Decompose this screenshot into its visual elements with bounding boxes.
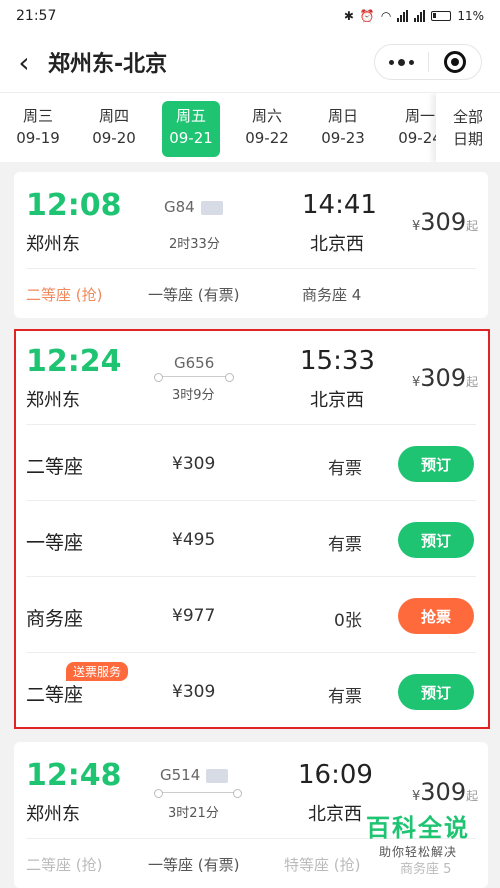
book-button[interactable]: 预订: [398, 446, 474, 482]
seat-summary: 一等座 (有票): [148, 856, 240, 874]
chevron-left-icon: ‹: [18, 45, 30, 79]
arrival-time: 14:41: [302, 190, 377, 220]
arrival-station: 北京西: [310, 234, 364, 255]
divider: [26, 652, 476, 653]
date-tab-0920[interactable]: 周四 09-20: [85, 101, 143, 157]
date-tab-0922[interactable]: 周六 09-22: [238, 101, 296, 157]
travel-duration: 3时9分: [172, 388, 215, 403]
train-number: G84: [164, 198, 223, 216]
page-title: 郑州东-北京: [48, 52, 168, 77]
all-dates-line1: 全部: [452, 108, 483, 126]
seat-summary: 特等座 (抢): [284, 856, 361, 874]
grab-ticket-button[interactable]: 抢票: [398, 598, 474, 634]
arrival-time: 16:09: [298, 760, 373, 790]
date-tab-0921[interactable]: 周五 09-21: [162, 101, 220, 157]
id-card-icon: [206, 768, 229, 783]
date-day: 09-19: [16, 129, 60, 147]
seat-summary: 一等座 (有票): [148, 286, 240, 304]
wifi-icon: ◠: [380, 9, 392, 23]
seat-price: ¥309: [172, 454, 216, 474]
target-icon: [443, 51, 466, 73]
price-from: ¥309起: [412, 778, 479, 806]
seat-availability: 0张: [334, 611, 362, 631]
battery-icon: [431, 11, 452, 21]
date-weekday: 周三: [22, 107, 53, 125]
divider: [26, 576, 476, 577]
route-line: [154, 789, 242, 798]
seat-summary: 商务座 4: [302, 286, 362, 304]
seat-price: ¥977: [172, 606, 216, 626]
train-number: G656: [174, 354, 215, 372]
seat-availability: 有票: [328, 535, 362, 555]
back-button[interactable]: ‹: [0, 32, 48, 92]
seat-availability: 有票: [328, 687, 362, 707]
status-icons: ✱ ⏰ ◠ 11%: [344, 9, 484, 23]
signal-icon: [397, 10, 409, 22]
date-tab-0923[interactable]: 周日 09-23: [314, 101, 372, 157]
seat-class-name: 二等座: [26, 684, 84, 706]
departure-station: 郑州东: [26, 234, 80, 255]
date-weekday: 周四: [98, 107, 129, 125]
more-dots-icon: [388, 58, 414, 66]
date-selector: 周三 09-19 周四 09-20 周五 09-21 周六 09-22 周日 0…: [0, 92, 500, 162]
train-card-g84[interactable]: 12:08 郑州东 G84 2时33分 14:41 北京西 ¥309起 二等座 …: [14, 172, 488, 318]
delivery-service-tag: 送票服务: [66, 662, 129, 681]
title-bar: ‹ 郑州东-北京: [0, 32, 500, 92]
watermark-logo: 百科全说 助你轻松解决: [366, 808, 470, 860]
departure-station: 郑州东: [26, 804, 80, 825]
departure-time: 12:48: [26, 758, 122, 793]
price-from: ¥309起: [412, 364, 479, 392]
arrival-time: 15:33: [300, 346, 375, 376]
book-button[interactable]: 预订: [398, 674, 474, 710]
status-time: 21:57: [16, 8, 57, 24]
watermark-title: 百科全说: [366, 814, 470, 842]
arrival-station: 北京西: [308, 804, 362, 825]
departure-station: 郑州东: [26, 390, 80, 411]
battery-percent: 11%: [457, 9, 484, 23]
seat-class-name: 商务座: [26, 608, 84, 630]
seat-price: ¥309: [172, 682, 216, 702]
watermark-subtitle: 助你轻松解决: [378, 845, 457, 859]
departure-time: 12:08: [26, 188, 122, 223]
date-weekday: 周五: [175, 107, 206, 125]
train-card-g656[interactable]: 12:24 郑州东 G656 3时9分 15:33 北京西 ¥309起 二等座 …: [14, 330, 488, 728]
departure-time: 12:24: [26, 344, 122, 379]
travel-duration: 2时33分: [169, 237, 220, 252]
book-button[interactable]: 预订: [398, 522, 474, 558]
close-mini-program-button[interactable]: [429, 45, 482, 79]
seat-class-name: 二等座: [26, 456, 84, 478]
more-button[interactable]: [375, 45, 428, 79]
travel-duration: 3时21分: [168, 806, 219, 821]
date-weekday: 周日: [327, 107, 358, 125]
seat-summary: 二等座 (抢): [26, 286, 103, 304]
divider: [26, 500, 476, 501]
all-dates-button[interactable]: 全部 日期: [436, 93, 500, 162]
seat-class-name: 一等座: [26, 532, 84, 554]
date-day: 09-21: [169, 129, 213, 147]
id-card-icon: [200, 200, 223, 215]
arrival-station: 北京西: [310, 390, 364, 411]
seat-availability: 有票: [328, 459, 362, 479]
train-number: G514: [160, 766, 229, 784]
date-day: 09-23: [321, 129, 365, 147]
date-tab-0919[interactable]: 周三 09-19: [9, 101, 67, 157]
all-dates-line2: 日期: [452, 130, 483, 148]
bluetooth-icon: ✱: [343, 9, 354, 23]
date-day: 09-22: [245, 129, 289, 147]
alarm-icon: ⏰: [359, 9, 375, 23]
divider: [26, 268, 476, 269]
seat-summary: 商务座 5: [400, 862, 452, 877]
date-weekday: 周六: [251, 107, 282, 125]
route-line: [154, 373, 234, 382]
mini-program-capsule: [374, 44, 482, 80]
price-from: ¥309起: [412, 208, 479, 236]
divider: [26, 424, 476, 425]
status-bar: 21:57 ✱ ⏰ ◠ 11%: [0, 0, 500, 32]
signal-2-icon: [414, 10, 426, 22]
date-day: 09-20: [92, 129, 136, 147]
seat-price: ¥495: [172, 530, 216, 550]
seat-summary: 二等座 (抢): [26, 856, 103, 874]
